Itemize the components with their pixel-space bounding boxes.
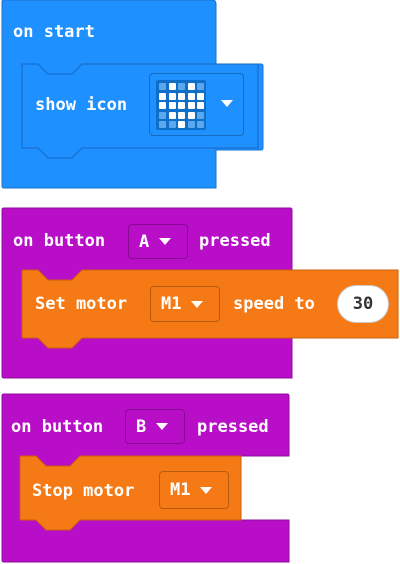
led-off [168, 121, 176, 128]
speed-to-label: speed to [233, 294, 315, 314]
led-off [159, 83, 166, 90]
on-start-label: on start [13, 22, 95, 42]
icon-picker-dropdown[interactable] [149, 73, 244, 136]
led-on [178, 121, 185, 128]
button-b-prefix-label: on button [11, 417, 104, 437]
button-a-suffix-label: pressed [199, 231, 271, 251]
button-b-dropdown[interactable]: B [125, 409, 185, 444]
led-off [197, 121, 204, 128]
led-on [168, 83, 176, 90]
led-on [168, 92, 176, 100]
led-on [178, 102, 185, 109]
led-on [159, 92, 166, 100]
show-icon-label: show icon [35, 95, 128, 115]
led-off [159, 111, 166, 119]
led-on [197, 102, 204, 109]
set-motor-m1-dropdown[interactable]: M1 [150, 286, 220, 322]
led-on [187, 92, 195, 100]
chevron-down-icon [221, 100, 233, 107]
button-a-value: A [139, 231, 150, 252]
set-motor-m1-value: M1 [161, 294, 182, 314]
stop-motor-m1-value: M1 [170, 480, 191, 500]
led-on [187, 111, 195, 119]
led-on [159, 102, 166, 109]
heart-icon [156, 80, 206, 130]
button-b-value: B [136, 416, 147, 437]
stop-motor-m1-dropdown[interactable]: M1 [159, 471, 229, 509]
led-on [187, 83, 195, 90]
button-a-dropdown[interactable]: A [128, 224, 188, 259]
speed-value-input[interactable]: 30 [337, 285, 389, 323]
chevron-down-icon [200, 486, 213, 494]
button-a-prefix-label: on button [13, 231, 106, 251]
led-on [197, 92, 204, 100]
led-off [197, 111, 204, 119]
led-off [197, 83, 204, 90]
stop-motor-label: Stop motor [32, 481, 135, 501]
led-off [187, 121, 195, 128]
chevron-down-icon [159, 238, 172, 245]
led-on [178, 92, 185, 100]
set-motor-label: Set motor [35, 294, 128, 314]
led-on [168, 102, 176, 109]
led-on [187, 102, 195, 109]
led-on [168, 111, 176, 119]
chevron-down-icon [191, 300, 204, 308]
led-on [178, 111, 185, 119]
button-b-suffix-label: pressed [197, 417, 269, 437]
led-off [159, 121, 166, 128]
chevron-down-icon [156, 423, 169, 430]
led-off [178, 83, 185, 90]
